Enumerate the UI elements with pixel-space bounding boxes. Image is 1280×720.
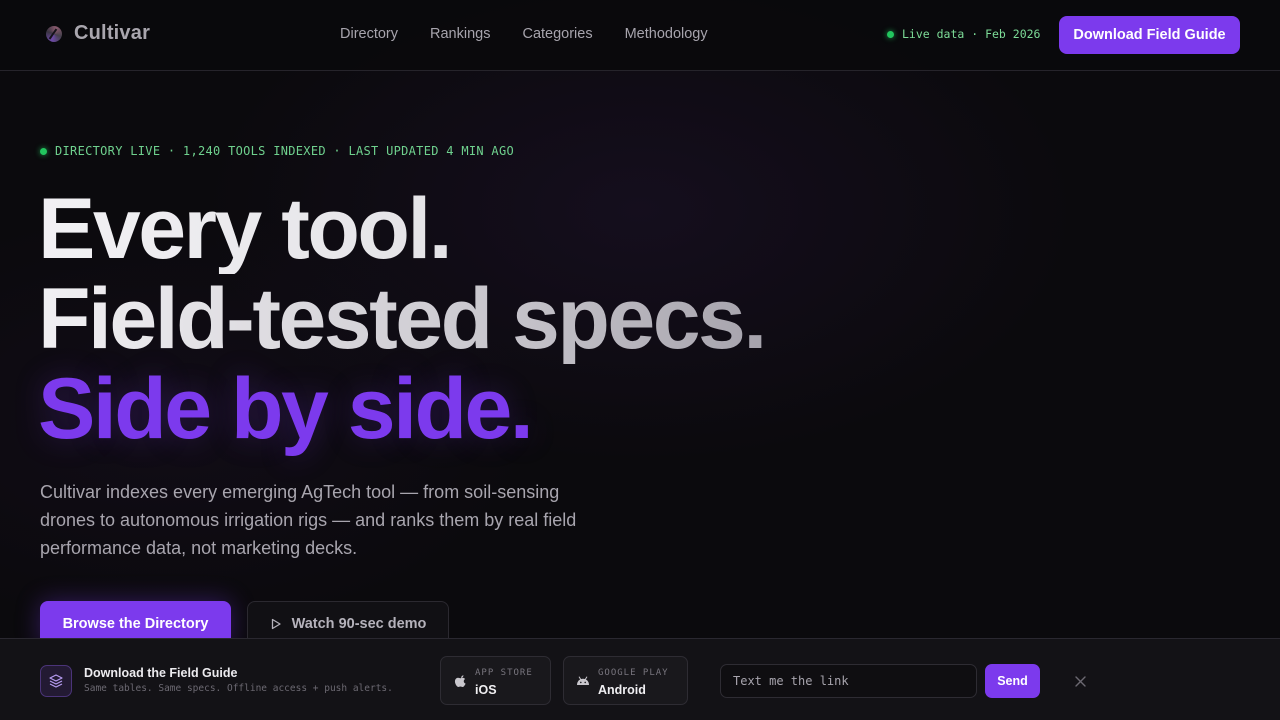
banner-subtitle: Same tables. Same specs. Offline access … <box>84 683 393 694</box>
leaf-logo-icon <box>46 25 62 42</box>
headline-line-2: Field-tested specs. <box>38 271 767 367</box>
status-dot-icon <box>40 147 47 155</box>
apple-icon <box>454 675 466 687</box>
directory-status-text: DIRECTORY LIVE · 1,240 TOOLS INDEXED · L… <box>55 144 515 158</box>
google-play-label: Android <box>598 683 646 697</box>
hero-description: Cultivar indexes every emerging AgTech t… <box>40 482 577 558</box>
play-icon <box>271 618 281 630</box>
send-link-button[interactable]: Send <box>985 664 1040 698</box>
banner-title: Download the Field Guide <box>84 666 238 680</box>
nav-link-rankings[interactable]: Rankings <box>430 26 490 42</box>
close-icon <box>1074 675 1086 687</box>
phone-number-input[interactable] <box>720 664 977 698</box>
android-icon <box>577 676 589 685</box>
top-nav: Cultivar Directory Rankings Categories M… <box>0 0 1280 71</box>
google-play-eyebrow: GOOGLE PLAY <box>598 668 669 678</box>
download-banner: Download the Field Guide Same tables. Sa… <box>0 638 1280 720</box>
nav-link-directory[interactable]: Directory <box>340 26 398 42</box>
brand-logo[interactable]: Cultivar <box>46 22 150 45</box>
landing-page: Cultivar Directory Rankings Categories M… <box>0 0 1280 720</box>
live-dot-icon <box>887 30 894 38</box>
close-banner-button[interactable] <box>1069 670 1091 692</box>
hero-headline: Every tool. Field-tested specs. Side by … <box>38 184 767 457</box>
watch-demo-label: Watch 90-sec demo <box>291 616 427 632</box>
app-store-label: iOS <box>475 683 497 697</box>
nav-links: Directory Rankings Categories Methodolog… <box>340 26 708 42</box>
nav-link-methodology[interactable]: Methodology <box>625 26 708 42</box>
app-store-button[interactable]: APP STORE iOS <box>440 656 551 705</box>
app-store-eyebrow: APP STORE <box>475 668 533 678</box>
google-play-button[interactable]: GOOGLE PLAY Android <box>563 656 688 705</box>
live-data-indicator: Live data · Feb 2026 <box>887 27 1040 41</box>
nav-link-categories[interactable]: Categories <box>522 26 592 42</box>
layers-icon <box>40 665 72 697</box>
headline-line-1: Every tool. <box>38 184 765 274</box>
download-field-guide-button[interactable]: Download Field Guide <box>1059 16 1240 54</box>
brand-name: Cultivar <box>74 22 151 44</box>
directory-status: DIRECTORY LIVE · 1,240 TOOLS INDEXED · L… <box>40 144 514 158</box>
headline-line-3: Side by side. <box>38 361 534 457</box>
live-data-label: Live data · Feb 2026 <box>902 27 1041 41</box>
